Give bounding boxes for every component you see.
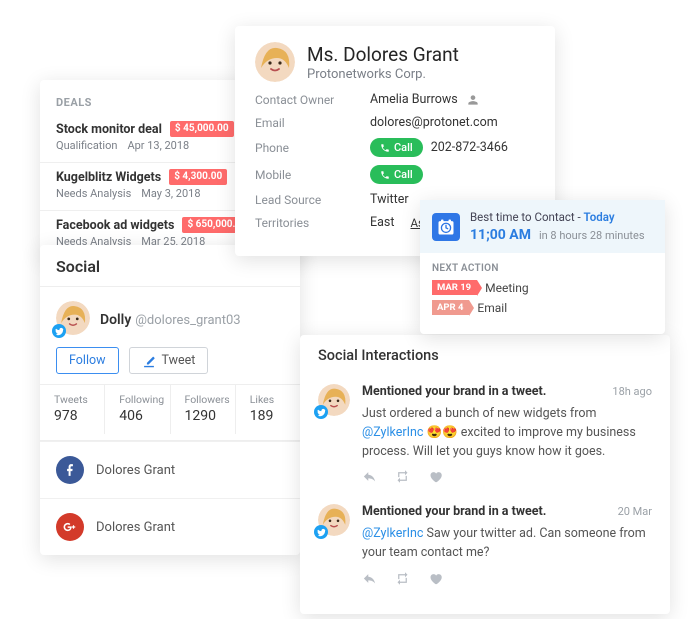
next-action-text: Email bbox=[477, 301, 507, 315]
deal-date: Apr 13, 2018 bbox=[127, 139, 189, 152]
avatar bbox=[318, 504, 350, 536]
deal-stage: Qualification bbox=[56, 139, 117, 152]
avatar bbox=[318, 384, 350, 416]
social-twitter-box: Dolly @dolores_grant03 Follow Tweet Twee… bbox=[40, 287, 300, 441]
best-time-today: Today bbox=[584, 210, 615, 224]
retweet-icon[interactable] bbox=[395, 571, 410, 586]
reply-icon[interactable] bbox=[362, 571, 377, 586]
field-label-mobile: Mobile bbox=[255, 168, 370, 182]
tweet-item: Mentioned your brand in a tweet. 18h ago… bbox=[318, 376, 652, 496]
stat-likes[interactable]: Likes 189 bbox=[236, 385, 300, 434]
deal-name: Stock monitor deal bbox=[56, 122, 162, 137]
social-card: Social Dolly @dolores_grant03 Follow Twe… bbox=[40, 245, 300, 555]
twitter-display-name: Dolly bbox=[100, 312, 131, 328]
deal-name: Kugelblitz Widgets bbox=[56, 170, 161, 185]
facebook-name: Dolores Grant bbox=[96, 463, 175, 478]
field-label-territories: Territories bbox=[255, 216, 370, 230]
tweet-time: 18h ago bbox=[612, 385, 652, 398]
contact-name: Ms. Dolores Grant bbox=[307, 43, 459, 66]
tweet-time: 20 Mar bbox=[618, 505, 652, 518]
contact-company: Protonetworks Corp. bbox=[307, 67, 459, 82]
best-time-card: Best time to Contact - Today 11;00 AM in… bbox=[420, 200, 665, 334]
date-flag: MAR 19 bbox=[432, 280, 477, 295]
twitter-icon bbox=[52, 324, 66, 338]
alarm-clock-icon bbox=[432, 213, 460, 241]
compose-icon bbox=[142, 354, 156, 368]
stat-followers[interactable]: Followers 1290 bbox=[171, 385, 236, 434]
contact-territories: East bbox=[370, 215, 394, 230]
deal-name: Facebook ad widgets bbox=[56, 218, 174, 233]
tweet-heading: Mentioned your brand in a tweet. bbox=[362, 384, 546, 399]
deal-stage: Needs Analysis bbox=[56, 187, 131, 200]
follow-button[interactable]: Follow bbox=[56, 347, 119, 374]
twitter-handle: @dolores_grant03 bbox=[135, 313, 240, 328]
deal-amount-badge: $ 4,300.00 bbox=[169, 169, 227, 185]
call-button-phone[interactable]: Call bbox=[370, 138, 423, 157]
deal-amount-badge: $ 45,000.00 bbox=[170, 121, 234, 137]
person-icon bbox=[466, 93, 480, 107]
best-time-sub: in 8 hours 28 minutes bbox=[539, 229, 645, 242]
avatar bbox=[56, 301, 90, 335]
next-action-heading: NEXT ACTION bbox=[432, 263, 653, 274]
mention-link[interactable]: @ZylkerInc bbox=[362, 425, 423, 440]
tweet-text: @ZylkerInc Saw your twitter ad. Can some… bbox=[362, 525, 652, 563]
tweet-button-label: Tweet bbox=[162, 353, 196, 368]
social-interactions-card: Social Interactions Mentioned your brand… bbox=[300, 335, 670, 614]
next-action-text: Meeting bbox=[485, 281, 528, 295]
google-name: Dolores Grant bbox=[96, 520, 175, 535]
tweet-text: Just ordered a bunch of new widgets from… bbox=[362, 405, 652, 461]
call-button-mobile[interactable]: Call bbox=[370, 165, 423, 184]
date-flag: APR 4 bbox=[432, 300, 469, 315]
field-label-phone: Phone bbox=[255, 141, 370, 155]
social-facebook-row[interactable]: Dolores Grant bbox=[40, 441, 300, 498]
best-time-value: 11;00 AM bbox=[470, 227, 531, 243]
field-label-lead-source: Lead Source bbox=[255, 193, 370, 207]
tweet-item: Mentioned your brand in a tweet. 20 Mar … bbox=[318, 496, 652, 598]
avatar bbox=[255, 42, 295, 82]
tweet-button[interactable]: Tweet bbox=[129, 347, 209, 374]
reply-icon[interactable] bbox=[362, 469, 377, 484]
contact-lead-source: Twitter bbox=[370, 192, 409, 207]
google-plus-icon bbox=[56, 513, 84, 541]
phone-icon bbox=[380, 170, 390, 180]
twitter-icon bbox=[314, 525, 328, 539]
tweet-heading: Mentioned your brand in a tweet. bbox=[362, 504, 546, 519]
like-icon[interactable] bbox=[428, 571, 443, 586]
contact-email: dolores@protonet.com bbox=[370, 115, 498, 130]
phone-icon bbox=[380, 143, 390, 153]
mention-link[interactable]: @ZylkerInc bbox=[362, 526, 423, 541]
field-label-owner: Contact Owner bbox=[255, 93, 370, 107]
social-google-row[interactable]: Dolores Grant bbox=[40, 498, 300, 555]
social-interactions-heading: Social Interactions bbox=[318, 347, 652, 364]
contact-phone: 202-872-3466 bbox=[431, 140, 508, 155]
twitter-icon bbox=[314, 405, 328, 419]
stat-tweets[interactable]: Tweets 978 bbox=[40, 385, 105, 434]
like-icon[interactable] bbox=[428, 469, 443, 484]
field-label-email: Email bbox=[255, 116, 370, 130]
stat-following[interactable]: Following 406 bbox=[105, 385, 170, 434]
retweet-icon[interactable] bbox=[395, 469, 410, 484]
next-action-item[interactable]: APR 4 Email bbox=[432, 300, 653, 315]
contact-owner: Amelia Burrows bbox=[370, 92, 458, 107]
next-action-item[interactable]: MAR 19 Meeting bbox=[432, 280, 653, 295]
deal-date: May 3, 2018 bbox=[141, 187, 200, 200]
facebook-icon bbox=[56, 456, 84, 484]
best-time-label: Best time to Contact - bbox=[470, 210, 584, 224]
